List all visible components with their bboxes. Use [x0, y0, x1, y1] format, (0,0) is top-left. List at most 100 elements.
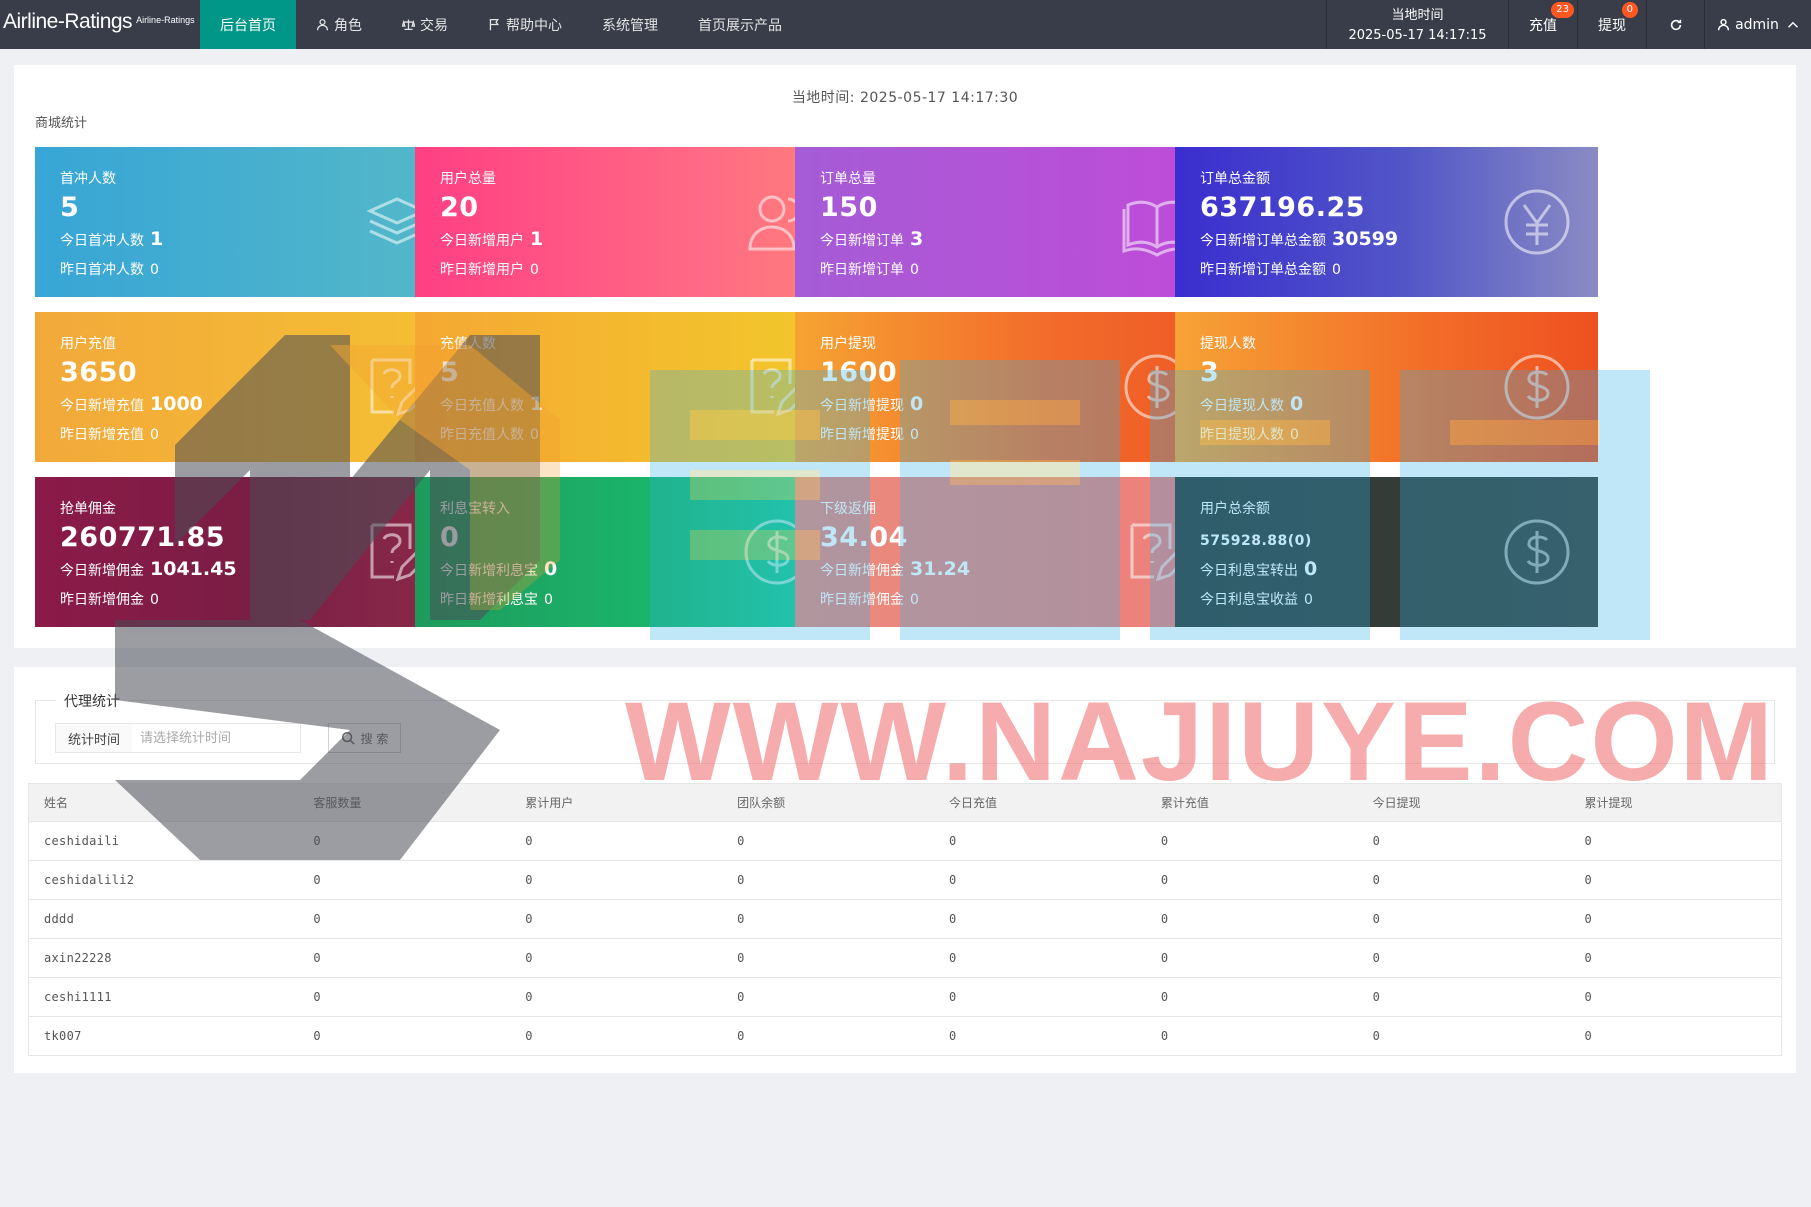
stat-card: 用户总余额 575928.88(0) 今日利息宝转出 0 今日利息宝收益 0 — [1175, 477, 1598, 627]
flag-icon — [489, 18, 499, 31]
table-cell: 0 — [1569, 977, 1782, 1017]
nav-home[interactable]: 后台首页 — [200, 0, 296, 49]
top-navbar: Airline-Ratings Airline-Ratings 后台首页 角色 … — [0, 0, 1811, 49]
card-yest-value: 0 — [150, 427, 159, 443]
table-cell: axin22228 — [28, 938, 299, 978]
card-yest-label: 昨日新增利息宝 — [440, 592, 538, 608]
withdraw-button[interactable]: 提现 0 — [1577, 0, 1646, 49]
agent-filter: 代理统计 统计时间 搜 索 — [35, 691, 1775, 764]
card-yest-label: 昨日新增订单总金额 — [1200, 262, 1326, 278]
table-row[interactable]: ceshidaili 0 0 0 0 0 0 0 — [28, 821, 1782, 861]
card-title: 利息宝转入 — [440, 501, 510, 517]
card-value: 34.04 — [820, 522, 908, 553]
card-yest-label: 昨日新增用户 — [440, 262, 524, 278]
search-button[interactable]: 搜 索 — [328, 723, 401, 753]
recharge-button[interactable]: 充值 23 — [1508, 0, 1577, 49]
card-value: 260771.85 — [60, 522, 226, 553]
card-value: 3 — [1200, 357, 1220, 388]
table-cell: 0 — [510, 860, 723, 900]
table-cell: 0 — [510, 938, 723, 978]
column-header[interactable]: 今日充值 — [933, 783, 1146, 822]
card-yest-label: 昨日首冲人数 — [60, 262, 144, 278]
nav-system[interactable]: 系统管理 — [582, 0, 678, 49]
column-header[interactable]: 累计用户 — [510, 783, 723, 822]
local-time: 当地时间: 2025-05-17 14:17:30 — [791, 90, 1019, 106]
card-today-value: 31.24 — [910, 558, 971, 580]
table-cell: 0 — [1357, 821, 1570, 861]
table-cell: 0 — [933, 1016, 1146, 1056]
nav-trade-label: 交易 — [420, 17, 448, 34]
table-row[interactable]: ceshi1111 0 0 0 0 0 0 0 — [28, 977, 1782, 1017]
card-value: 575928.88(0) — [1200, 533, 1312, 549]
card-today-label: 今日新增用户 — [440, 233, 524, 249]
nav-trade[interactable]: 交易 — [382, 0, 468, 49]
card-yesterday: 昨日新增佣金 0 — [60, 589, 159, 609]
column-header[interactable]: 累计充值 — [1145, 783, 1358, 822]
table-cell: 0 — [722, 977, 934, 1017]
agent-table: 姓名 客服数量 累计用户 团队余额 今日充值 累计充值 今日提现 累计提现 ceshidail… — [28, 783, 1782, 1056]
card-title: 提现人数 — [1200, 336, 1256, 352]
header-right: 当地时间 2025-05-17 14:17:15 充值 23 提现 0 admi… — [1326, 0, 1811, 49]
card-today-value: 30599 — [1332, 228, 1399, 250]
card-today-value: 0 — [544, 558, 558, 580]
table-row[interactable]: dddd 0 0 0 0 0 0 0 — [28, 899, 1782, 939]
section-label: 商城统计 — [35, 116, 88, 131]
card-value: 150 — [820, 192, 878, 223]
card-yesterday: 昨日新增利息宝 0 — [440, 589, 553, 609]
table-cell: 0 — [1569, 860, 1782, 900]
user-name: admin — [1735, 16, 1779, 33]
column-header[interactable]: 姓名 — [28, 783, 299, 822]
column-header[interactable]: 客服数量 — [298, 783, 511, 822]
table-cell: 0 — [933, 938, 1146, 978]
table-cell: 0 — [510, 977, 723, 1017]
table-row[interactable]: axin22228 0 0 0 0 0 0 0 — [28, 938, 1782, 978]
card-yesterday: 昨日首冲人数 0 — [60, 259, 159, 279]
stat-card: 下级返佣 34.04 今日新增佣金 31.24 昨日新增佣金 0 — [795, 477, 1218, 627]
card-today: 今日利息宝转出 0 — [1200, 558, 1317, 580]
card-today-value: 0 — [1290, 393, 1304, 415]
table-cell: 0 — [1145, 977, 1358, 1017]
card-yest-label: 昨日新增佣金 — [60, 592, 144, 608]
withdraw-badge: 0 — [1621, 2, 1638, 18]
table-row[interactable]: ceshidalili2 0 0 0 0 0 0 0 — [28, 860, 1782, 900]
nav-products[interactable]: 首页展示产品 — [678, 0, 802, 49]
card-today-label: 今日新增订单总金额 — [1200, 233, 1326, 249]
card-today: 今日新增用户 1 — [440, 228, 543, 250]
stat-card: 订单总金额 637196.25 今日新增订单总金额 30599 昨日新增订单总金额 0 — [1175, 147, 1598, 297]
card-today: 今日新增佣金 1041.45 — [60, 558, 237, 580]
table-cell: 0 — [722, 860, 934, 900]
table-cell: 0 — [298, 821, 511, 861]
card-value: 1600 — [820, 357, 898, 388]
nav-help[interactable]: 帮助中心 — [468, 0, 582, 49]
table-cell: ceshidalili2 — [28, 860, 299, 900]
card-yest-value: 0 — [530, 262, 539, 278]
stat-card: 抢单佣金 260771.85 今日新增佣金 1041.45 昨日新增佣金 0 — [35, 477, 458, 627]
column-header[interactable]: 今日提现 — [1357, 783, 1570, 822]
card-yest-value: 0 — [1332, 262, 1341, 278]
table-cell: 0 — [933, 860, 1146, 900]
main-nav: 后台首页 角色 交易 帮助中心 系统管理 首页展示产品 — [200, 0, 802, 49]
table-cell: 0 — [510, 899, 723, 939]
brand-logo[interactable]: Airline-Ratings Airline-Ratings — [0, 0, 200, 49]
card-today-label: 今日新增利息宝 — [440, 563, 538, 579]
nav-products-label: 首页展示产品 — [698, 17, 782, 34]
table-row[interactable]: tk007 0 0 0 0 0 0 0 — [28, 1016, 1782, 1056]
stat-card: 利息宝转入 0 今日新增利息宝 0 昨日新增利息宝 0 — [415, 477, 838, 627]
column-header[interactable]: 团队余额 — [722, 783, 934, 822]
date-range-input[interactable] — [132, 723, 301, 753]
column-header[interactable]: 累计提现 — [1569, 783, 1782, 822]
table-cell: 0 — [1145, 860, 1358, 900]
user-menu[interactable]: admin — [1704, 0, 1811, 49]
table-cell: 0 — [298, 938, 511, 978]
card-yest-value: 0 — [150, 262, 159, 278]
card-yesterday: 昨日新增用户 0 — [440, 259, 539, 279]
card-yesterday: 昨日新增订单总金额 0 — [1200, 259, 1341, 279]
card-today-label: 今日提现人数 — [1200, 398, 1284, 414]
user-icon — [1717, 18, 1730, 31]
card-title: 抢单佣金 — [60, 501, 116, 517]
card-yesterday: 昨日提现人数 0 — [1200, 424, 1299, 444]
card-yest-label: 昨日充值人数 — [440, 427, 524, 443]
scale-icon — [402, 19, 415, 31]
refresh-button[interactable] — [1646, 0, 1704, 49]
nav-role[interactable]: 角色 — [296, 0, 382, 49]
